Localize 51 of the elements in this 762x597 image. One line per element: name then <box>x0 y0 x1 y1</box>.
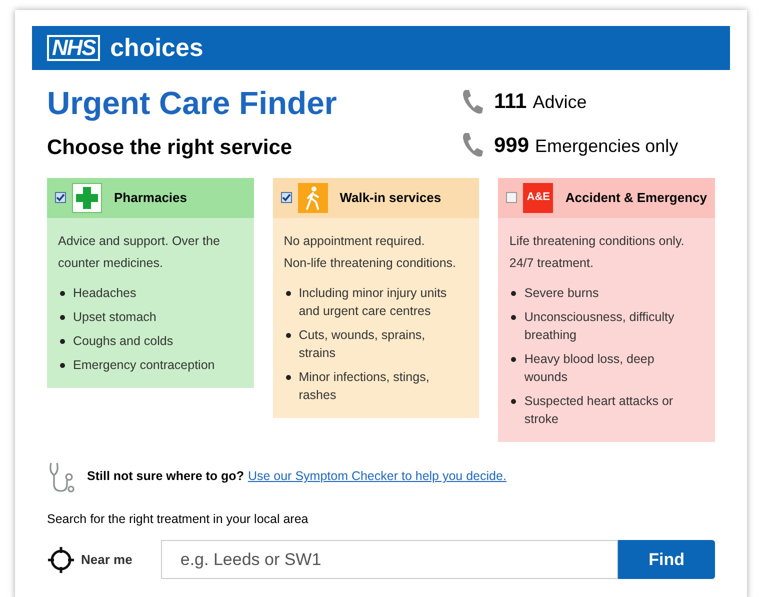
phone-icon <box>460 88 484 115</box>
bullet-icon <box>60 338 65 344</box>
card-title: Accident & Emergency <box>565 188 707 207</box>
bullet-icon <box>60 314 65 320</box>
checkbox[interactable] <box>55 192 66 203</box>
card-description: Advice and support. Over the counter medicines. <box>58 232 221 272</box>
list-item: Suspected heart attacks or stroke <box>524 392 674 428</box>
bullet-icon <box>286 290 291 296</box>
prompt-text: Still not sure where to go? <box>87 469 244 484</box>
card-description: Non-life threatening conditions. <box>284 254 458 272</box>
bullet-icon <box>511 290 516 296</box>
phone-icon <box>460 132 484 158</box>
cross-icon <box>72 182 102 212</box>
card-title: Walk-in services <box>340 188 442 207</box>
bullet-icon <box>286 374 291 380</box>
card-description: Life threatening conditions only. <box>509 232 686 250</box>
crosshair-icon <box>47 546 75 574</box>
phone-line: 111 Advice <box>494 89 587 115</box>
list-item: Including minor injury units and urgent care centres <box>298 284 448 320</box>
ae-badge: A&E <box>523 182 554 212</box>
list-item: Severe burns <box>524 284 599 302</box>
find-button[interactable]: Find <box>618 540 715 580</box>
logo-text: choices <box>110 36 204 60</box>
checkbox[interactable] <box>506 192 518 203</box>
bullet-icon <box>286 332 291 338</box>
phone-line: 999 Emergencies only <box>494 132 678 158</box>
section-heading: Choose the right service <box>47 135 294 161</box>
bullet-icon <box>60 362 65 368</box>
bullet-icon <box>511 356 516 362</box>
list-item: Heavy blood loss, deep wounds <box>524 350 656 386</box>
list-item: Upset stomach <box>73 308 156 326</box>
symptom-checker-link[interactable]: Use our Symptom Checker to help you decide. <box>248 469 506 484</box>
bullet-icon <box>60 290 65 296</box>
nhs-logo[interactable]: NHS <box>47 35 100 61</box>
card-title: Pharmacies <box>114 188 187 207</box>
bullet-icon <box>511 314 516 320</box>
card-description: No appointment required. <box>284 232 426 250</box>
list-item: Coughs and colds <box>73 332 174 350</box>
location-field[interactable]: e.g. Leeds or SW1 <box>161 540 618 580</box>
near-me-button[interactable]: Near me <box>47 546 162 574</box>
list-item: Emergency contraception <box>73 356 215 374</box>
checkbox[interactable] <box>280 192 292 203</box>
list-item: Headaches <box>73 284 136 302</box>
page-title: Urgent Care Finder <box>47 84 338 122</box>
card-description: 24/7 treatment. <box>509 254 594 272</box>
list-item: Unconsciousness, difficulty breathing <box>524 308 676 344</box>
search-label: Search for the right treatment in your local area <box>46 510 310 528</box>
list-item: Minor infections, stings, rashes <box>298 368 430 404</box>
bullet-icon <box>511 398 516 404</box>
list-item: Cuts, wounds, sprains, strains <box>298 326 426 362</box>
walking-person-icon <box>298 182 328 212</box>
